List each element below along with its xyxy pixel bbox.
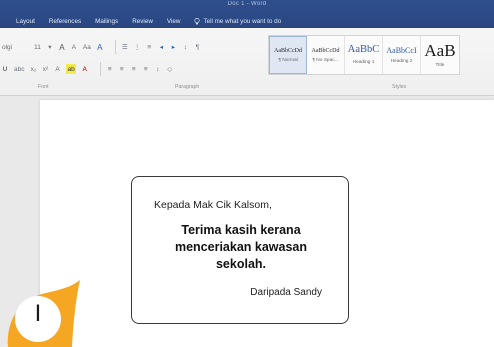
underline-icon[interactable]: U [2, 64, 8, 74]
group-label-styles: Styles [392, 84, 407, 90]
style-heading-2[interactable]: AaBbCcI Heading 2 [383, 36, 421, 74]
style-name: ¶ Normal [278, 57, 298, 63]
style-name: Heading 1 [352, 59, 375, 65]
tell-me-text: Tell me what you want to do [203, 17, 282, 25]
shrink-font-icon[interactable]: A [71, 42, 77, 52]
tab-mailings[interactable]: Mailings [95, 18, 118, 25]
font-color-icon[interactable]: A [82, 64, 88, 74]
ribbon-divider [99, 62, 101, 76]
multilevel-list-icon[interactable]: ≡ [146, 42, 152, 52]
font-size-box[interactable]: 11 [34, 42, 41, 52]
card-message: Terima kasih kerana menceriakan kawasan … [142, 222, 340, 273]
tab-view[interactable]: View [167, 18, 181, 25]
tab-references[interactable]: References [49, 18, 81, 25]
align-center-icon[interactable]: ≡ [119, 64, 125, 74]
highlight-icon[interactable]: ab [66, 64, 76, 74]
card-message-line: Terima kasih kerana [181, 223, 301, 237]
style-sample: AaBbCcI [386, 45, 417, 55]
style-title[interactable]: AaB Title [421, 36, 459, 74]
thank-you-card[interactable]: Kepada Mak Cik Kalsom, Terima kasih kera… [131, 176, 349, 324]
ribbon-row-1: olgi 11 ▾ A A Aa A ☰ ⋮ ≡ ◂ ▸ ↕ ¶ [0, 40, 206, 54]
align-left-icon[interactable]: ≡ [107, 64, 113, 74]
decrease-indent-icon[interactable]: ◂ [158, 42, 164, 52]
bullets-icon[interactable]: ☰ [122, 42, 128, 52]
styles-gallery: AaBbCcDd ¶ Normal AaBbCcDd ¶ No Spac... … [268, 35, 460, 75]
superscript-icon[interactable]: x² [42, 64, 48, 74]
subscript-icon[interactable]: x₂ [30, 64, 37, 74]
font-name-box[interactable]: olgi [2, 42, 12, 52]
tab-layout[interactable]: Layout [16, 18, 35, 25]
style-sample: AaBbC [347, 44, 380, 56]
tell-me-box[interactable]: Tell me what you want to do [194, 18, 281, 25]
grow-font-icon[interactable]: A [59, 42, 65, 52]
lightbulb-icon [194, 17, 200, 24]
card-greeting: Kepada Mak Cik Kalsom, [154, 199, 272, 211]
style-name: ¶ No Spac... [312, 57, 339, 63]
strikethrough-icon[interactable]: abc [14, 64, 24, 74]
style-heading-1[interactable]: AaBbC Heading 1 [345, 36, 383, 74]
show-marks-icon[interactable]: ¶ [194, 42, 200, 52]
style-sample: AaB [424, 41, 456, 60]
change-case-icon[interactable]: Aa [83, 42, 91, 52]
window-title: Doc 1 - Word [227, 1, 267, 7]
ribbon: olgi 11 ▾ A A Aa A ☰ ⋮ ≡ ◂ ▸ ↕ ¶ U abc x… [0, 28, 494, 96]
badge-label: I [34, 300, 42, 327]
align-right-icon[interactable]: ≡ [131, 64, 137, 74]
group-label-font: Font [38, 84, 49, 90]
chevron-down-icon[interactable]: ▾ [47, 42, 53, 52]
clear-formatting-icon[interactable]: A [97, 42, 103, 52]
card-message-line: menceriakan kawasan [174, 240, 308, 254]
style-no-spacing[interactable]: AaBbCcDd ¶ No Spac... [307, 36, 345, 74]
ribbon-divider [114, 40, 116, 54]
increase-indent-icon[interactable]: ▸ [170, 42, 176, 52]
style-name: Title [435, 63, 445, 68]
style-sample: AaBbCcDd [311, 47, 340, 54]
numbering-icon[interactable]: ⋮ [134, 42, 141, 52]
justify-icon[interactable]: ≡ [143, 64, 149, 74]
card-message-line: sekolah. [215, 257, 267, 271]
style-name: Heading 2 [390, 58, 413, 64]
style-sample: AaBbCcDd [274, 47, 302, 54]
style-normal[interactable]: AaBbCcDd ¶ Normal [269, 36, 307, 74]
group-label-paragraph: Paragraph [175, 84, 200, 90]
line-spacing-icon[interactable]: ↕ [155, 64, 161, 74]
text-effects-icon[interactable]: A [54, 64, 60, 74]
title-bar: Doc 1 - Word Layout References Mailings … [0, 0, 494, 28]
sort-icon[interactable]: ↕ [182, 42, 188, 52]
ribbon-tabs: Layout References Mailings Review View T… [0, 14, 494, 28]
shading-icon[interactable]: ◇ [167, 64, 173, 74]
card-signoff: Daripada Sandy [250, 287, 322, 298]
ribbon-row-2: U abc x₂ x² A ab A ≡ ≡ ≡ ≡ ↕ ◇ [0, 62, 179, 76]
tab-review[interactable]: Review [132, 18, 153, 25]
